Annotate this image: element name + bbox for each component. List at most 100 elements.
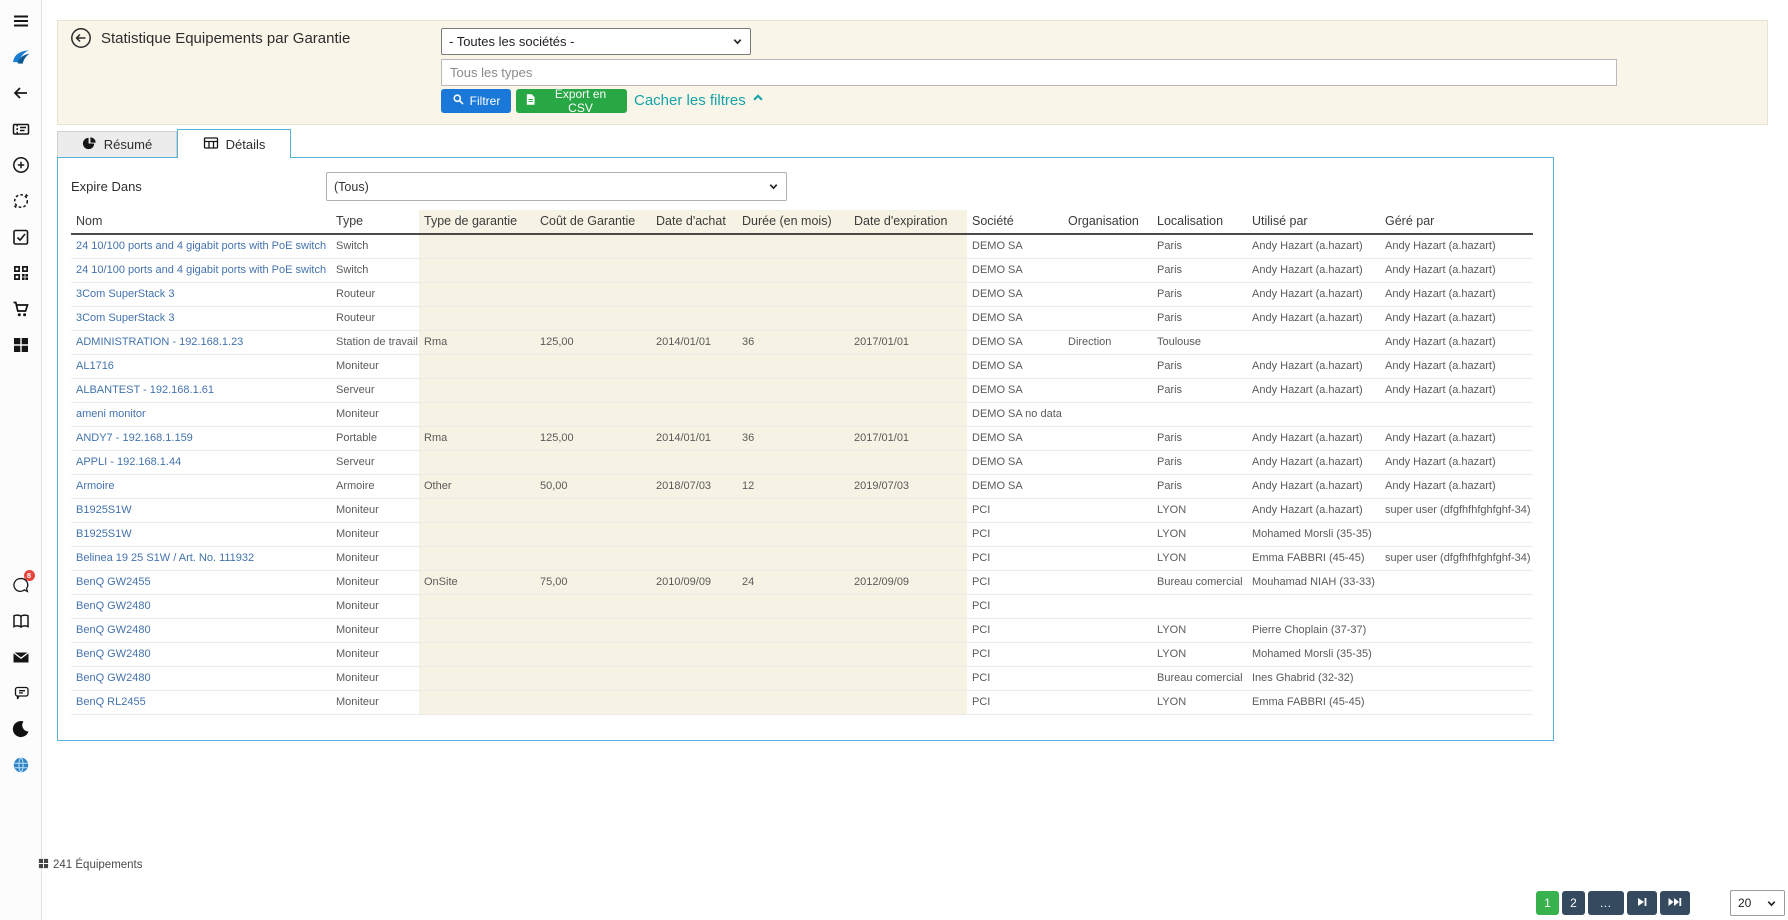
expire-select[interactable]: (Tous) <box>326 172 787 201</box>
cell: Andy Hazart (a.hazart) <box>1247 283 1380 307</box>
cell <box>535 283 651 307</box>
equipment-name-link[interactable]: BenQ GW2480 <box>76 648 151 660</box>
cell: 24 <box>737 571 849 595</box>
equipment-name-link[interactable]: 24 10/100 ports and 4 gigabit ports with… <box>76 264 326 276</box>
page-1-button[interactable]: 1 <box>1536 891 1559 915</box>
tab-resume[interactable]: Résumé <box>57 131 177 158</box>
equipment-name-cell: 24 10/100 ports and 4 gigabit ports with… <box>71 259 331 283</box>
cell: PCI <box>967 619 1063 643</box>
cell: DEMO SA <box>967 355 1063 379</box>
equipment-name-link[interactable]: BenQ GW2480 <box>76 600 151 612</box>
details-panel: Expire Dans (Tous) NomTypeType de garant… <box>57 157 1554 741</box>
cell: Andy Hazart (a.hazart) <box>1247 379 1380 403</box>
cell <box>535 691 651 715</box>
menu-icon[interactable] <box>10 10 32 32</box>
cell: Switch <box>331 234 419 259</box>
equipment-name-cell: 3Com SuperStack 3 <box>71 283 331 307</box>
column-header: Date d'achat <box>651 210 737 234</box>
cell <box>1380 643 1533 667</box>
equipment-name-link[interactable]: BenQ GW2480 <box>76 672 151 684</box>
equipment-name-link[interactable]: APPLI - 192.168.1.44 <box>76 456 181 468</box>
cell <box>849 595 967 619</box>
cell <box>535 547 651 571</box>
equipment-name-link[interactable]: BenQ GW2480 <box>76 624 151 636</box>
equipment-name-link[interactable]: BenQ RL2455 <box>76 696 146 708</box>
cell: Paris <box>1152 355 1247 379</box>
cell: PCI <box>967 691 1063 715</box>
cell: DEMO SA <box>967 475 1063 499</box>
equipment-name-cell: BenQ GW2480 <box>71 667 331 691</box>
cell <box>419 307 535 331</box>
add-circle-icon[interactable] <box>10 154 32 176</box>
cell: DEMO SA <box>967 331 1063 355</box>
types-input[interactable] <box>441 59 1617 86</box>
equipment-name-link[interactable]: AL1716 <box>76 360 114 372</box>
next-page-button[interactable] <box>1627 891 1657 915</box>
cell: PCI <box>967 547 1063 571</box>
cell <box>1063 523 1152 547</box>
chat-notification-icon[interactable]: 8 <box>10 574 32 596</box>
equipment-name-link[interactable]: ALBANTEST - 192.168.1.61 <box>76 384 214 396</box>
equipment-name-link[interactable]: 24 10/100 ports and 4 gigabit ports with… <box>76 240 326 252</box>
equipment-name-link[interactable]: B1925S1W <box>76 528 132 540</box>
equipment-name-link[interactable]: ameni monitor <box>76 408 146 420</box>
page-2-button[interactable]: 2 <box>1562 891 1585 915</box>
dark-mode-moon-icon[interactable] <box>10 718 32 740</box>
equipment-name-link[interactable]: B1925S1W <box>76 504 132 516</box>
back-icon[interactable] <box>10 82 32 104</box>
cell: Andy Hazart (a.hazart) <box>1247 307 1380 331</box>
mail-icon[interactable] <box>10 646 32 668</box>
equipment-name-link[interactable]: ANDY7 - 192.168.1.159 <box>76 432 193 444</box>
equipment-name-link[interactable]: BenQ GW2455 <box>76 576 151 588</box>
cell <box>419 619 535 643</box>
cell <box>849 451 967 475</box>
cell <box>1380 595 1533 619</box>
page-size-select[interactable]: 20 <box>1730 890 1785 916</box>
export-csv-button[interactable]: Export en CSV <box>516 89 627 113</box>
messages-icon[interactable] <box>10 682 32 704</box>
equipment-name-link[interactable]: ADMINISTRATION - 192.168.1.23 <box>76 336 243 348</box>
cell <box>535 234 651 259</box>
equipment-name-cell: Belinea 19 25 S1W / Art. No. 111932 <box>71 547 331 571</box>
page-title: Statistique Equipements par Garantie <box>101 28 350 50</box>
tab-details[interactable]: Détails <box>177 129 291 158</box>
table-row: ALBANTEST - 192.168.1.61ServeurDEMO SAPa… <box>71 379 1533 403</box>
equipment-name-link[interactable]: 3Com SuperStack 3 <box>76 312 174 324</box>
company-select[interactable]: - Toutes les sociétés - <box>441 28 751 55</box>
cell: Rma <box>419 427 535 451</box>
apps-grid-icon[interactable] <box>10 334 32 356</box>
task-check-icon[interactable] <box>10 226 32 248</box>
sync-icon[interactable] <box>10 190 32 212</box>
equipment-name-link[interactable]: Armoire <box>76 480 115 492</box>
ticket-icon[interactable] <box>10 118 32 140</box>
equipment-name-link[interactable]: Belinea 19 25 S1W / Art. No. 111932 <box>76 552 254 564</box>
back-button[interactable] <box>70 27 92 49</box>
cell <box>651 499 737 523</box>
cell: 12 <box>737 475 849 499</box>
cell <box>1063 451 1152 475</box>
cell: Moniteur <box>331 691 419 715</box>
csv-file-icon <box>524 93 537 109</box>
book-icon[interactable] <box>10 610 32 632</box>
cell <box>651 451 737 475</box>
page-ellipsis-button[interactable]: … <box>1588 891 1624 915</box>
cell <box>419 643 535 667</box>
cell <box>737 547 849 571</box>
cell: 2019/07/03 <box>849 475 967 499</box>
cell <box>1063 234 1152 259</box>
globe-icon[interactable] <box>10 754 32 776</box>
cell <box>737 619 849 643</box>
column-header: Type de garantie <box>419 210 535 234</box>
hide-filters-link[interactable]: Cacher les filtres <box>634 87 765 113</box>
cell: PCI <box>967 571 1063 595</box>
cell: Routeur <box>331 283 419 307</box>
last-page-button[interactable] <box>1660 891 1690 915</box>
brand-logo[interactable] <box>10 46 32 68</box>
cell <box>737 355 849 379</box>
cart-icon[interactable] <box>10 298 32 320</box>
qr-code-icon[interactable] <box>10 262 32 284</box>
cell <box>737 234 849 259</box>
filter-button[interactable]: Filtrer <box>441 89 511 113</box>
equipment-name-link[interactable]: 3Com SuperStack 3 <box>76 288 174 300</box>
column-header: Coût de Garantie <box>535 210 651 234</box>
